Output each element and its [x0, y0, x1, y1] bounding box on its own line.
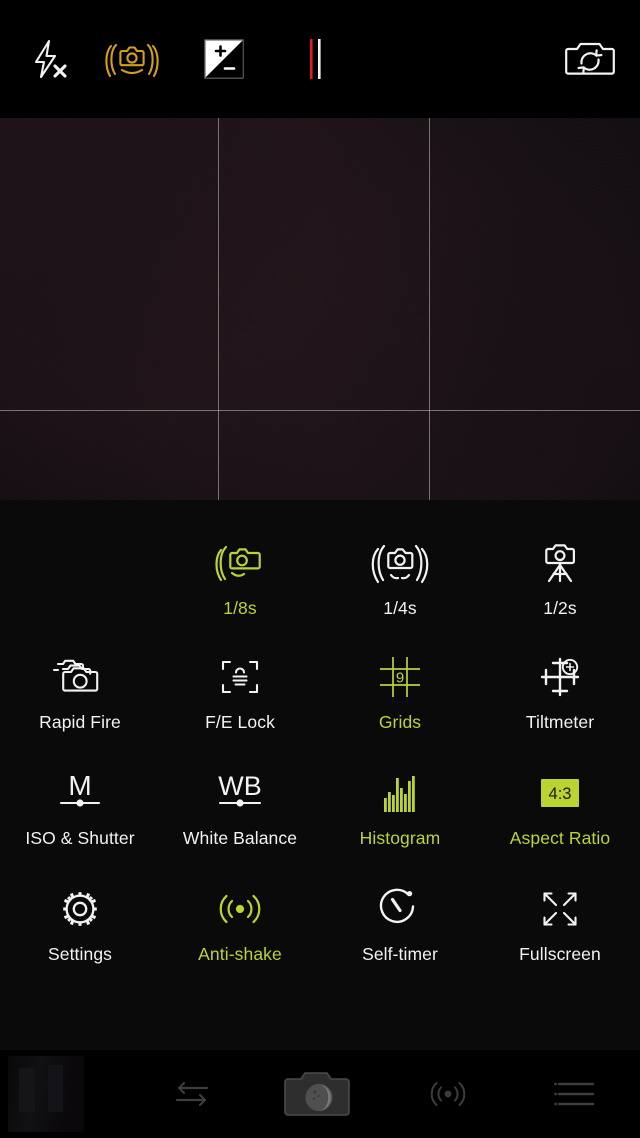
wb-letters-badge: WB: [218, 771, 262, 801]
camera-shutter-icon: [281, 1063, 359, 1125]
anti-shake-camera-icon: [101, 36, 163, 82]
stopwatch-icon: [375, 882, 425, 936]
anti-shake-toggle-button[interactable]: [384, 1074, 512, 1114]
menu-item-label: Rapid Fire: [39, 712, 121, 732]
two-hand-camera-icon: [367, 536, 433, 590]
level-bars-icon: [303, 36, 329, 82]
settings-menu-panel: 1/8s 1/4s 1/2s Rapid Fire F/E Lock 9 Gri…: [0, 500, 640, 1050]
menu-item-label: Tiltmeter: [525, 712, 595, 732]
camera-preview: [0, 118, 640, 500]
menu-item-label: Fullscreen: [519, 944, 601, 964]
menu-item-fullscreen[interactable]: Fullscreen: [480, 874, 640, 970]
camera-app: 1/8s 1/4s 1/2s Rapid Fire F/E Lock 9 Gri…: [0, 0, 640, 1138]
menu-item-label: Self-timer: [362, 944, 438, 964]
focus-exposure-lock-icon: [215, 650, 265, 704]
menu-item-label: Aspect Ratio: [509, 828, 611, 848]
handheld-camera-icon: [210, 536, 270, 590]
menu-item-fe-lock[interactable]: F/E Lock: [160, 642, 320, 738]
exposure-compensation-button[interactable]: [178, 31, 270, 87]
shutter-option-label: 1/8s: [223, 598, 257, 618]
menu-item-label: White Balance: [182, 828, 298, 848]
menu-item-grids[interactable]: 9 Grids: [320, 642, 480, 738]
menu-item-iso-shutter[interactable]: M ISO & Shutter: [0, 758, 160, 854]
aspect-ratio-icon: 4:3: [533, 766, 587, 820]
expand-arrows-icon: [535, 882, 585, 936]
menu-item-label: Grids: [378, 712, 422, 732]
level-indicator-button[interactable]: [270, 31, 362, 87]
manual-slider-icon: M: [50, 766, 110, 820]
gear-icon: [55, 882, 105, 936]
shutter-option-label: 1/4s: [383, 598, 417, 618]
menu-item-white-balance[interactable]: WB White Balance: [160, 758, 320, 854]
menu-item-self-timer[interactable]: Self-timer: [320, 874, 480, 970]
white-balance-slider-icon: WB: [208, 766, 272, 820]
histogram-icon: [375, 766, 425, 820]
flash-off-icon: [25, 36, 71, 82]
menu-item-tiltmeter[interactable]: Tiltmeter: [480, 642, 640, 738]
menu-row-3: M ISO & Shutter WB White Balance Histogr…: [0, 748, 640, 864]
menu-item-anti-shake[interactable]: Anti-shake: [160, 874, 320, 970]
grid-line-vertical-1: [218, 118, 219, 500]
crosshair-level-icon: [533, 650, 587, 704]
shutter-speed-row: 1/8s 1/4s 1/2s: [0, 514, 640, 632]
mode-letter-badge: M: [68, 770, 91, 801]
vibration-waves-icon: [210, 882, 270, 936]
grid-line-horizontal-1: [0, 410, 640, 411]
tripod-camera-icon: [532, 536, 588, 590]
grid-count-badge: 9: [396, 670, 404, 687]
menu-item-aspect-ratio[interactable]: 4:3 Aspect Ratio: [480, 758, 640, 854]
menu-row-2: Rapid Fire F/E Lock 9 Grids Tiltmeter: [0, 632, 640, 748]
shutter-option-1-4s[interactable]: 1/4s: [320, 528, 480, 624]
swap-arrows-icon: [169, 1074, 215, 1114]
row-spacer: [0, 528, 160, 624]
grid-nine-icon: 9: [374, 650, 426, 704]
gallery-thumbnail-button[interactable]: [0, 1056, 128, 1132]
shutter-option-1-2s[interactable]: 1/2s: [480, 528, 640, 624]
shutter-option-1-8s[interactable]: 1/8s: [160, 528, 320, 624]
menu-item-label: Histogram: [359, 828, 441, 848]
menu-item-rapid-fire[interactable]: Rapid Fire: [0, 642, 160, 738]
list-menu-icon: [553, 1077, 599, 1111]
stacked-cameras-icon: [49, 650, 111, 704]
stabilization-button[interactable]: [86, 31, 178, 87]
menu-item-settings[interactable]: Settings: [0, 874, 160, 970]
vibration-waves-icon: [422, 1074, 474, 1114]
switch-camera-button[interactable]: [554, 31, 626, 87]
top-toolbar: [0, 0, 640, 118]
menu-item-histogram[interactable]: Histogram: [320, 758, 480, 854]
aspect-ratio-badge: 4:3: [549, 785, 572, 803]
menu-item-label: Settings: [47, 944, 113, 964]
menu-button[interactable]: [512, 1077, 640, 1111]
menu-item-label: F/E Lock: [205, 712, 275, 732]
viewfinder[interactable]: [0, 118, 640, 500]
shutter-button[interactable]: [256, 1063, 384, 1125]
exposure-compensation-icon: [204, 39, 244, 79]
menu-item-label: Anti-shake: [198, 944, 282, 964]
photo-thumbnail: [8, 1056, 84, 1132]
flash-off-button[interactable]: [10, 31, 86, 87]
shutter-option-label: 1/2s: [543, 598, 577, 618]
menu-item-label: ISO & Shutter: [25, 828, 135, 848]
bottom-toolbar: [0, 1050, 640, 1138]
menu-row-4: Settings Anti-shake Self-timer Fullscree…: [0, 864, 640, 980]
camera-switch-icon: [564, 37, 616, 81]
grid-line-vertical-2: [429, 118, 430, 500]
swap-mode-button[interactable]: [128, 1074, 256, 1114]
